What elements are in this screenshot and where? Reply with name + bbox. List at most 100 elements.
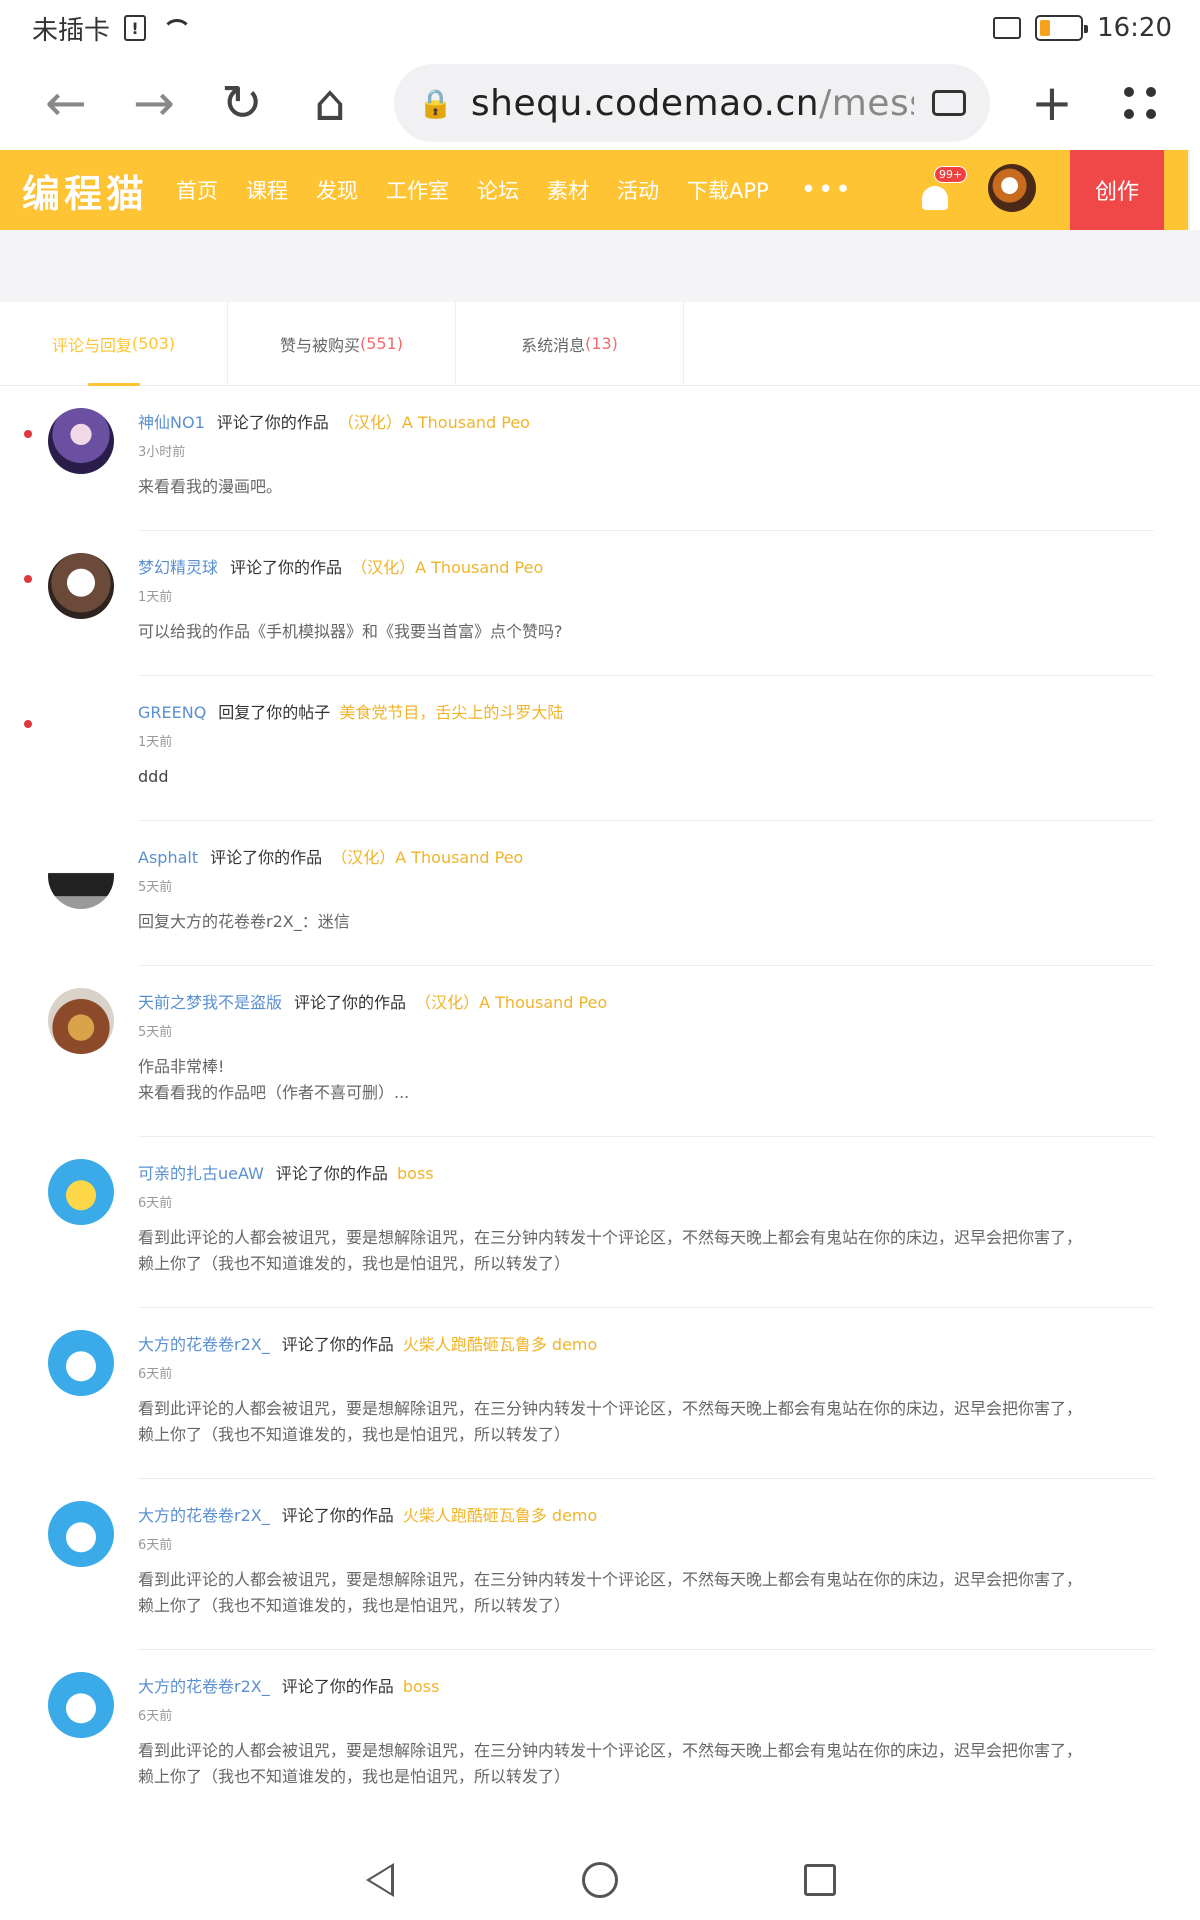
message-action: 回复了你的帖子: [218, 703, 331, 722]
create-button[interactable]: 创作: [1070, 150, 1164, 230]
commenter-avatar[interactable]: [48, 1159, 114, 1225]
commenter-avatar[interactable]: [48, 1501, 114, 1567]
menu-icon[interactable]: [1096, 59, 1184, 147]
commenter-name[interactable]: 大方的花卷卷r2X_: [138, 1506, 270, 1525]
message-line: 作品非常棒!: [138, 1057, 225, 1076]
commenter-avatar[interactable]: [48, 553, 114, 619]
commenter-name[interactable]: 大方的花卷卷r2X_: [138, 1335, 270, 1354]
message-time: 5天前: [138, 880, 173, 895]
message-line: 赖上你了（我也不知道谁发的，我也是怕诅咒，所以转发了）: [138, 1254, 571, 1273]
commenter-avatar[interactable]: [48, 408, 114, 474]
commenter-avatar[interactable]: [48, 988, 114, 1054]
back-icon[interactable]: ←: [22, 59, 110, 147]
nav-item-home[interactable]: 首页: [176, 175, 218, 205]
back-nav-icon[interactable]: [360, 1860, 400, 1900]
commenter-name[interactable]: 梦幻精灵球: [138, 558, 218, 577]
work-link[interactable]: （汉化）A Thousand Peo: [351, 558, 543, 577]
message-line: ddd: [138, 767, 169, 786]
commenter-avatar[interactable]: [48, 843, 114, 909]
url-text[interactable]: shequ.codemao.cn/messag: [471, 83, 914, 124]
tab-label: 赞与被购买: [279, 335, 360, 355]
work-link[interactable]: 美食党节目，舌尖上的斗罗大陆: [339, 703, 563, 722]
message-tabs: 评论与回复 (503) 赞与被购买 (551) 系统消息 (13): [0, 302, 1200, 386]
new-tab-icon[interactable]: +: [1008, 59, 1096, 147]
recents-nav-icon[interactable]: [800, 1860, 840, 1900]
message-header: 大方的花卷卷r2X_ 评论了你的作品 火柴人跑酷砸瓦鲁多 demo: [138, 1505, 1154, 1527]
battery-level: [1040, 20, 1050, 36]
bell-icon[interactable]: 99+: [920, 166, 968, 210]
message-body: 来看看我的漫画吧。: [138, 474, 1154, 500]
tab-label: 系统消息: [521, 335, 586, 355]
nav-item-download-app[interactable]: 下载APP: [687, 175, 769, 205]
message-line: 赖上你了（我也不知道谁发的，我也是怕诅咒，所以转发了）: [138, 1767, 571, 1786]
message-body: 可以给我的作品《手机模拟器》和《我要当首富》点个赞吗?: [138, 619, 1154, 645]
tab-count: (503): [131, 334, 176, 353]
forward-icon[interactable]: →: [110, 59, 198, 147]
tab-count: (551): [359, 334, 404, 353]
home-icon[interactable]: ⌂: [286, 59, 374, 147]
commenter-avatar[interactable]: [48, 1330, 114, 1396]
work-link[interactable]: boss: [403, 1677, 440, 1696]
message-item: 可亲的扎古ueAW 评论了你的作品 boss 6天前 看到此评论的人都会被诅咒，要是想…: [48, 1137, 1154, 1308]
message-line: 回复大方的花卷卷r2X_：迷信: [138, 912, 350, 931]
message-time: 5天前: [138, 1025, 173, 1040]
message-time: 6天前: [138, 1367, 173, 1382]
unread-dot: [24, 720, 32, 728]
work-link[interactable]: （汉化）A Thousand Peo: [331, 848, 523, 867]
commenter-name[interactable]: Asphalt: [138, 848, 198, 867]
user-avatar[interactable]: [988, 164, 1036, 212]
home-nav-icon[interactable]: [580, 1860, 620, 1900]
message-time: 1天前: [138, 735, 173, 750]
tab-likes[interactable]: 赞与被购买 (551): [228, 302, 456, 385]
message-line: 赖上你了（我也不知道谁发的，我也是怕诅咒，所以转发了）: [138, 1425, 571, 1444]
message-list: 神仙NO1 评论了你的作品 （汉化）A Thousand Peo 3小时前 来看看我的…: [0, 386, 1200, 1820]
site-nav: 编程猫 首页 课程 发现 工作室 论坛 素材 活动 下载APP ••• 99+ …: [0, 150, 1190, 230]
reload-icon[interactable]: ↻: [198, 59, 286, 147]
message-header: 神仙NO1 评论了你的作品 （汉化）A Thousand Peo: [138, 412, 1154, 434]
browser-toolbar: ← → ↻ ⌂ 🔒 shequ.codemao.cn/messag +: [0, 56, 1200, 150]
message-item: 大方的花卷卷r2X_ 评论了你的作品 火柴人跑酷砸瓦鲁多 demo 6天前 看到此评论…: [48, 1479, 1154, 1650]
more-icon[interactable]: •••: [801, 175, 853, 205]
message-header: 大方的花卷卷r2X_ 评论了你的作品 boss: [138, 1676, 1154, 1698]
message-action: 评论了你的作品: [230, 558, 343, 577]
tab-system[interactable]: 系统消息 (13): [456, 302, 684, 385]
message-item: 大方的花卷卷r2X_ 评论了你的作品 火柴人跑酷砸瓦鲁多 demo 6天前 看到此评论…: [48, 1308, 1154, 1479]
message-line: 赖上你了（我也不知道谁发的，我也是怕诅咒，所以转发了）: [138, 1596, 571, 1615]
commenter-name[interactable]: 大方的花卷卷r2X_: [138, 1677, 270, 1696]
nav-item-events[interactable]: 活动: [617, 175, 659, 205]
address-bar[interactable]: 🔒 shequ.codemao.cn/messag: [394, 64, 990, 142]
tab-count: (13): [585, 334, 618, 353]
message-body: 看到此评论的人都会被诅咒，要是想解除诅咒，在三分钟内转发十个评论区，不然每天晚上…: [138, 1225, 1154, 1277]
nav-item-materials[interactable]: 素材: [547, 175, 589, 205]
site-logo[interactable]: 编程猫: [22, 163, 148, 218]
message-time: 6天前: [138, 1196, 173, 1211]
message-item: Asphalt 评论了你的作品 （汉化）A Thousand Peo 5天前 回复大方…: [48, 821, 1154, 966]
message-item: 大方的花卷卷r2X_ 评论了你的作品 boss 6天前 看到此评论的人都会被诅咒，要是…: [48, 1650, 1154, 1820]
nav-edge: [1184, 150, 1190, 230]
message-line: 来看看我的作品吧（作者不喜可删）...: [138, 1083, 410, 1102]
nav-item-courses[interactable]: 课程: [246, 175, 288, 205]
nav-item-discover[interactable]: 发现: [316, 175, 358, 205]
work-link[interactable]: 火柴人跑酷砸瓦鲁多 demo: [403, 1506, 597, 1525]
wifi-icon: [160, 17, 193, 39]
work-link[interactable]: boss: [397, 1164, 434, 1183]
commenter-name[interactable]: GREENQ: [138, 703, 206, 722]
message-header: GREENQ 回复了你的帖子 美食党节目，舌尖上的斗罗大陆: [138, 702, 1154, 724]
message-time: 6天前: [138, 1538, 173, 1553]
work-link[interactable]: 火柴人跑酷砸瓦鲁多 demo: [403, 1335, 597, 1354]
tabs-icon[interactable]: [932, 90, 966, 116]
nav-item-studio[interactable]: 工作室: [386, 175, 449, 205]
work-link[interactable]: （汉化）A Thousand Peo: [415, 993, 607, 1012]
work-link[interactable]: （汉化）A Thousand Peo: [338, 413, 530, 432]
nav-item-forum[interactable]: 论坛: [477, 175, 519, 205]
message-line: 看到此评论的人都会被诅咒，要是想解除诅咒，在三分钟内转发十个评论区，不然每天晚上…: [138, 1741, 1083, 1760]
message-action: 评论了你的作品: [281, 1506, 394, 1525]
commenter-name[interactable]: 神仙NO1: [138, 413, 205, 432]
message-header: 梦幻精灵球 评论了你的作品 （汉化）A Thousand Peo: [138, 557, 1154, 579]
tab-comments[interactable]: 评论与回复 (503): [0, 302, 228, 386]
message-time: 1天前: [138, 590, 173, 605]
vibrate-icon: [993, 17, 1022, 39]
commenter-name[interactable]: 可亲的扎古ueAW: [138, 1164, 264, 1183]
commenter-avatar[interactable]: [48, 1672, 114, 1738]
commenter-name[interactable]: 天前之梦我不是盗版: [138, 993, 282, 1012]
